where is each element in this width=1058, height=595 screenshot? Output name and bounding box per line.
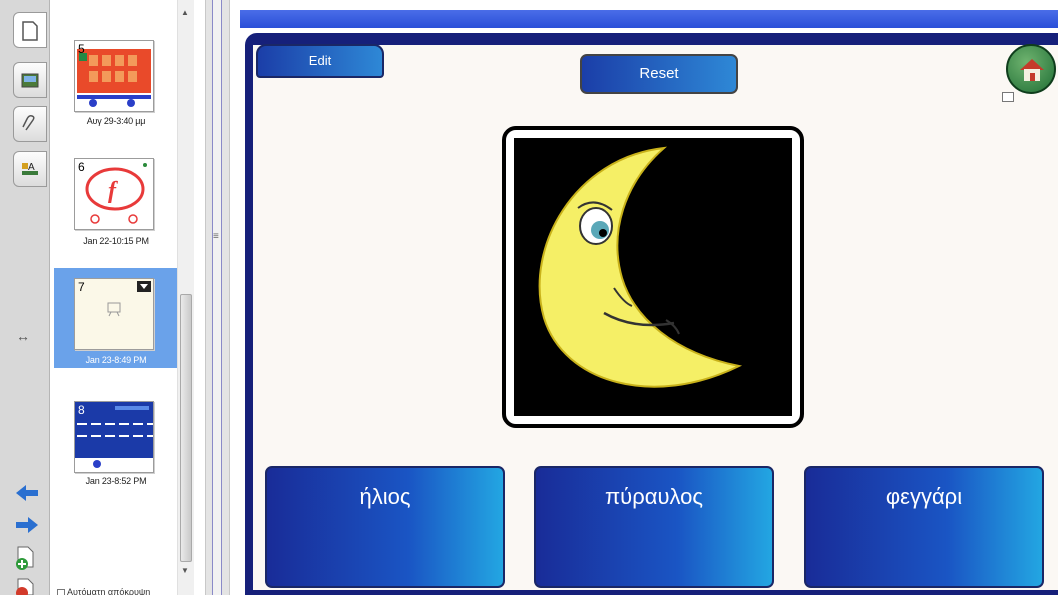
restore-icon[interactable]: [1002, 92, 1014, 102]
scroll-down-icon[interactable]: ▼: [181, 566, 189, 575]
attachments-tab[interactable]: [13, 106, 47, 142]
thumbnail-graphic: [77, 49, 151, 107]
thumbnail-image: 6 f: [74, 158, 154, 230]
properties-tab[interactable]: A: [13, 151, 47, 187]
thumbnail-image: 8: [74, 401, 154, 473]
scrollbar-thumb[interactable]: [180, 294, 192, 562]
thumbnail-image: 5: [74, 40, 154, 112]
thumbnail-graphic: [75, 402, 153, 468]
page-number: 7: [78, 280, 85, 294]
page-timestamp: Jan 22-10:15 PM: [83, 236, 149, 246]
resize-arrows-icon[interactable]: ↔: [16, 328, 30, 344]
notebook-workspace: Edit Reset ήλιος πύραυλος φεγγάρι: [230, 0, 1058, 595]
splitter-grip-icon[interactable]: ≡: [213, 231, 219, 242]
page-timestamp: Αυγ 29-3:40 μμ: [86, 116, 146, 126]
page-thumbnail-selected[interactable]: 7 Jan 23-8:49 PM: [54, 268, 178, 368]
delete-page-icon[interactable]: [14, 577, 38, 595]
edit-button[interactable]: Edit: [256, 44, 384, 78]
side-tool-strip: A ↔: [0, 0, 50, 595]
page-number: 8: [78, 403, 85, 417]
page-number: 5: [78, 42, 85, 56]
next-page-icon[interactable]: [14, 515, 40, 535]
answer-button-moon[interactable]: φεγγάρι: [804, 466, 1044, 588]
top-blue-strip: [240, 10, 1058, 28]
thumbnail-graphic: [107, 281, 151, 317]
answer-button-sun[interactable]: ήλιος: [265, 466, 505, 588]
home-button[interactable]: [1006, 44, 1056, 94]
page-number: 6: [78, 160, 85, 174]
previous-page-icon[interactable]: [14, 483, 40, 503]
page-thumbnail[interactable]: 6 f Jan 22-10:15 PM: [54, 152, 178, 252]
home-icon: [1020, 59, 1044, 81]
scroll-up-icon[interactable]: ▲: [181, 8, 189, 17]
page-thumbnail[interactable]: 8 Jan 23-8:52 PM: [54, 398, 178, 498]
sorter-scrollbar[interactable]: ▲ ▼: [177, 0, 194, 595]
question-picture: [502, 126, 804, 428]
page-timestamp: Jan 23-8:52 PM: [85, 476, 147, 486]
paperclip-icon: [22, 115, 35, 131]
moon-image: [514, 138, 792, 416]
page-thumbnail[interactable]: 5 Αυγ 29-3:40 μμ: [54, 36, 178, 136]
panel-splitter[interactable]: ≡: [205, 0, 230, 595]
page-sorter-tab[interactable]: [13, 12, 47, 48]
moon-face-icon: [538, 146, 743, 388]
splitter-bar[interactable]: [212, 0, 222, 595]
thumbnail-graphic: f: [85, 163, 147, 224]
thumbnail-image: 7: [74, 278, 154, 350]
add-page-icon[interactable]: [14, 545, 38, 571]
auto-hide-checkbox[interactable]: Αυτόματη απόκρυψη: [57, 587, 150, 595]
properties-icon: A: [22, 162, 38, 175]
answer-button-rocket[interactable]: πύραυλος: [534, 466, 774, 588]
gallery-icon: [21, 73, 39, 88]
page-icon: [22, 21, 38, 41]
page-timestamp: Jan 23-8:49 PM: [85, 355, 147, 365]
svg-text:A: A: [28, 162, 35, 173]
gallery-tab[interactable]: [13, 62, 47, 98]
smart-notebook-window: A ↔ 5 Αυγ 29-3:40 μμ 6 f Jan 22-10:15 PM…: [0, 0, 1058, 595]
checkbox-box[interactable]: [57, 588, 65, 595]
reset-button[interactable]: Reset: [580, 54, 738, 94]
checkbox-label: Αυτόματη απόκρυψη: [67, 587, 151, 595]
